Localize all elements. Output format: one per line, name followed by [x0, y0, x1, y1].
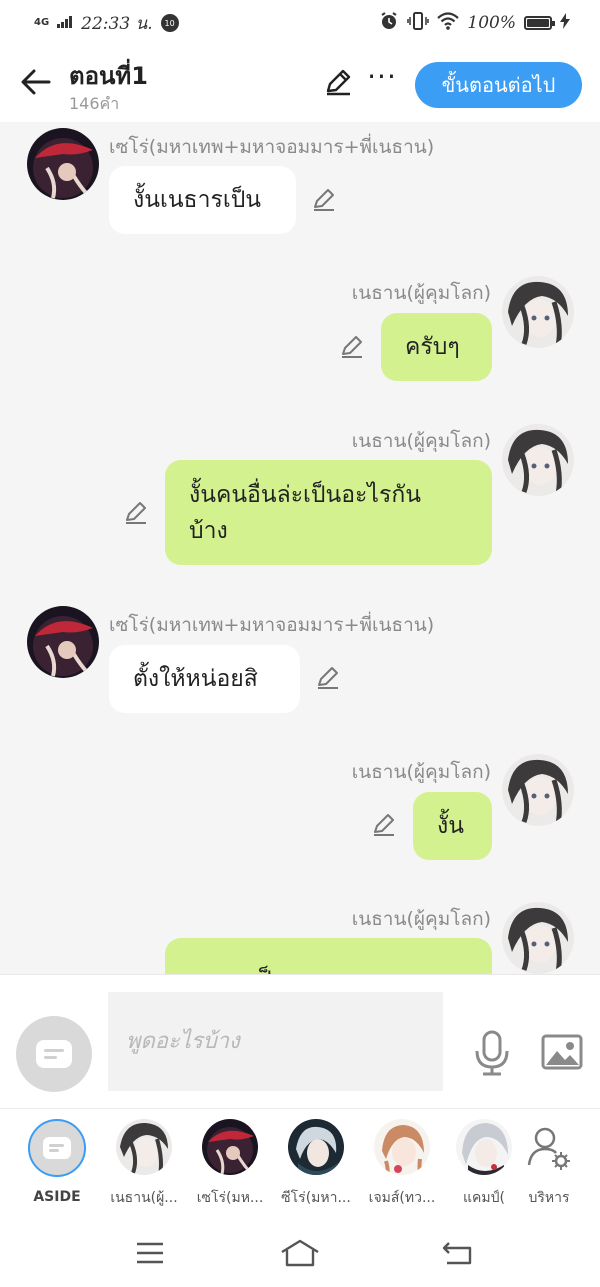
- character-label: แคมป์(: [463, 1190, 505, 1206]
- manage-characters-button[interactable]: บริหาร: [509, 1119, 589, 1209]
- menu-icon[interactable]: [130, 1236, 170, 1270]
- character-label: บริหาร: [528, 1190, 570, 1206]
- word-count: 146คำ: [69, 94, 120, 113]
- character-avatar: [288, 1119, 344, 1175]
- character-item[interactable]: ซีโร่(มหา...: [276, 1119, 356, 1209]
- home-icon[interactable]: [280, 1236, 320, 1270]
- message-bubble[interactable]: ตั้งให้หน่อยสิ: [109, 645, 300, 713]
- avatar[interactable]: [502, 424, 574, 496]
- notification-badge: 10: [160, 14, 179, 32]
- aside-avatar: [28, 1119, 86, 1177]
- charging-icon: [560, 12, 570, 34]
- message-bubble[interactable]: งั้นเนธารเป็น: [109, 166, 296, 234]
- image-icon[interactable]: [540, 1032, 584, 1072]
- message-line: บ้าง: [189, 517, 228, 544]
- character-label: เนธาน(ผู้...: [110, 1190, 178, 1206]
- battery-icon: [524, 16, 555, 30]
- character-label: ซีโร่(มหา...: [281, 1190, 351, 1206]
- clock: 22:33 น.: [81, 13, 153, 34]
- character-bar: ASIDE เนธาน(ผู้... เซโร่(มห... ซีโร่(มหา…: [0, 1108, 600, 1220]
- system-nav-bar: [0, 1220, 600, 1287]
- character-item[interactable]: เนธาน(ผู้...: [104, 1119, 184, 1209]
- sender-name: เนธาน(ผู้คุมโลก): [351, 908, 491, 930]
- signal-icon: [57, 13, 73, 33]
- sender-name: เนธาน(ผู้คุมโลก): [351, 430, 491, 452]
- sender-name: เนธาน(ผู้คุมโลก): [351, 282, 491, 304]
- network-indicator: 4G: [34, 17, 50, 28]
- chat-area: เซโร่(มหาเทพ+มหาจอมมาร+พี่เนธาน) งั้นเนธ…: [0, 122, 600, 974]
- pen-icon[interactable]: [320, 64, 356, 100]
- sender-name: เนธาน(ผู้คุมโลก): [351, 761, 491, 783]
- back-icon[interactable]: [437, 1236, 477, 1270]
- character-item[interactable]: เจมส์(ทว...: [362, 1119, 442, 1209]
- more-icon[interactable]: ···: [364, 63, 400, 100]
- wifi-icon: [437, 11, 460, 35]
- avatar[interactable]: [502, 754, 574, 826]
- episode-header: ตอนที่1 146คำ ··· ขั้นตอนต่อไป: [0, 46, 600, 122]
- back-arrow-icon[interactable]: [16, 62, 56, 102]
- character-aside[interactable]: ASIDE: [17, 1119, 97, 1205]
- narration-toggle-button[interactable]: [16, 1016, 92, 1092]
- vibrate-icon: [407, 11, 430, 36]
- message-bubble[interactable]: ทุกคนเป็น ทวยเทพและ: [165, 938, 492, 974]
- avatar[interactable]: [27, 128, 99, 200]
- alarm-icon: [379, 11, 399, 36]
- edit-pen-icon[interactable]: [369, 810, 399, 840]
- microphone-icon[interactable]: [470, 1029, 514, 1077]
- next-step-button[interactable]: ขั้นตอนต่อไป: [415, 62, 582, 108]
- composer-bar: [0, 974, 600, 1108]
- message-icon: [43, 1137, 71, 1159]
- edit-pen-icon[interactable]: [309, 185, 339, 215]
- message-icon: [36, 1040, 72, 1068]
- message-input[interactable]: [108, 992, 443, 1091]
- status-bar: 4G 22:33 น. 10 100%: [0, 0, 600, 46]
- character-avatar: [202, 1119, 258, 1175]
- avatar[interactable]: [27, 606, 99, 678]
- message-line: ทุกคนเป็น ทวยเทพและ: [189, 962, 416, 974]
- edit-pen-icon[interactable]: [121, 498, 151, 528]
- battery-percent: 100%: [467, 13, 516, 33]
- character-label: เซโร่(มห...: [196, 1190, 264, 1206]
- avatar[interactable]: [502, 276, 574, 348]
- message-bubble[interactable]: งั้นคนอื่นล่ะเป็นอะไรกัน บ้าง: [165, 460, 492, 565]
- manage-user-icon: [521, 1119, 577, 1175]
- page-title: ตอนที่1: [69, 62, 148, 90]
- message-bubble[interactable]: ครับๆ: [381, 313, 492, 381]
- message-bubble[interactable]: งั้น: [413, 792, 492, 860]
- edit-pen-icon[interactable]: [313, 663, 343, 693]
- character-label: เจมส์(ทว...: [368, 1190, 436, 1206]
- edit-pen-icon[interactable]: [337, 332, 367, 362]
- sender-name: เซโร่(มหาเทพ+มหาจอมมาร+พี่เนธาน): [109, 136, 435, 158]
- character-avatar: [116, 1119, 172, 1175]
- character-avatar: [456, 1119, 512, 1175]
- sender-name: เซโร่(มหาเทพ+มหาจอมมาร+พี่เนธาน): [109, 614, 435, 636]
- character-label: ASIDE: [33, 1189, 81, 1205]
- character-avatar: [374, 1119, 430, 1175]
- message-line: งั้นคนอื่นล่ะเป็นอะไรกัน: [189, 481, 421, 508]
- avatar[interactable]: [502, 902, 574, 974]
- character-item[interactable]: เซโร่(มห...: [190, 1119, 270, 1209]
